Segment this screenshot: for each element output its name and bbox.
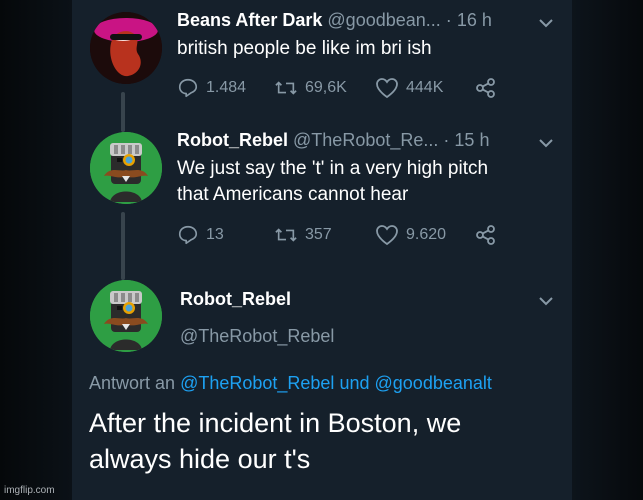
- separator-dot: ·: [443, 130, 450, 150]
- tweet-header: Beans After Dark @goodbean... · 16 h: [177, 10, 492, 31]
- separator-dot: ·: [445, 10, 452, 30]
- tweet-actions: 13 357 9.620: [177, 224, 507, 248]
- heart-icon: [376, 78, 398, 99]
- share-icon: [476, 78, 495, 98]
- imgflip-watermark: imgflip.com: [4, 485, 55, 496]
- display-name[interactable]: Robot_Rebel: [177, 130, 288, 150]
- reply-action[interactable]: 13: [177, 224, 224, 246]
- replying-to-link[interactable]: @goodbeanalt: [375, 373, 492, 393]
- main-tweet-text-line: After the incident in Boston, we: [89, 408, 462, 438]
- tweet-beans-after-dark[interactable]: Beans After Dark @goodbean... · 16 h bri…: [72, 0, 572, 112]
- like-count: 444K: [406, 79, 444, 96]
- share-icon: [476, 225, 495, 245]
- reply-icon: [178, 225, 198, 245]
- retweet-icon: [275, 81, 297, 95]
- retweet-action[interactable]: 357: [274, 224, 332, 246]
- left-background: [0, 0, 72, 500]
- user-handle[interactable]: @goodbean...: [327, 10, 440, 30]
- replying-to-and[interactable]: und: [339, 373, 369, 393]
- reply-action[interactable]: 1.484: [177, 77, 246, 99]
- tweet-text: We just say the 't' in a very high pitch…: [177, 156, 557, 208]
- heart-icon: [376, 225, 398, 246]
- tweet-robot-rebel-reply[interactable]: Robot_Rebel @TheRobot_Re... · 15 h We ju…: [72, 122, 572, 260]
- like-action[interactable]: 9.620: [375, 224, 446, 246]
- tweet-text: british people be like im bri ish: [177, 38, 432, 59]
- replying-to-label: Antwort an: [89, 373, 176, 393]
- robot-avatar-image: [90, 280, 162, 352]
- chevron-down-icon[interactable]: [538, 137, 554, 149]
- replying-to-link[interactable]: @TheRobot_Rebel: [180, 373, 334, 393]
- timestamp[interactable]: 15 h: [454, 130, 489, 150]
- bean-avatar-image: [90, 12, 162, 84]
- timestamp[interactable]: 16 h: [457, 10, 492, 30]
- right-background: [572, 0, 643, 500]
- reply-count: 13: [206, 226, 224, 243]
- retweet-count: 357: [305, 226, 332, 243]
- tweet-text-line: We just say the 't' in a very high pitch: [177, 158, 489, 179]
- retweet-icon: [275, 228, 297, 242]
- avatar-robot-rebel[interactable]: [90, 132, 162, 204]
- like-action[interactable]: 444K: [375, 77, 443, 99]
- tweet-text-line: that Americans cannot hear: [177, 184, 409, 205]
- replying-to-line: Antwort an @TheRobot_Rebel und @goodbean…: [89, 373, 492, 394]
- display-name[interactable]: Robot_Rebel: [180, 289, 291, 310]
- retweet-count: 69,6K: [305, 79, 347, 96]
- user-handle[interactable]: @TheRobot_Rebel: [180, 326, 334, 347]
- display-name[interactable]: Beans After Dark: [177, 10, 322, 30]
- share-action[interactable]: [475, 77, 497, 99]
- tweet-header: Robot_Rebel @TheRobot_Re... · 15 h: [177, 130, 489, 151]
- chevron-down-icon[interactable]: [538, 295, 554, 307]
- reply-icon: [178, 78, 198, 98]
- tweet-actions: 1.484 69,6K 444K: [177, 77, 507, 101]
- avatar-beans[interactable]: [90, 12, 162, 84]
- share-action[interactable]: [475, 224, 497, 246]
- chevron-down-icon[interactable]: [538, 17, 554, 29]
- retweet-action[interactable]: 69,6K: [274, 77, 347, 99]
- avatar-robot-rebel-main[interactable]: [90, 280, 162, 352]
- main-tweet-text-line: always hide our t's: [89, 444, 311, 474]
- like-count: 9.620: [406, 226, 447, 243]
- reply-count: 1.484: [206, 79, 247, 96]
- user-handle[interactable]: @TheRobot_Re...: [293, 130, 438, 150]
- robot-avatar-image: [90, 132, 162, 204]
- tweet-thread-panel: Beans After Dark @goodbean... · 16 h bri…: [72, 0, 572, 500]
- main-tweet-text: After the incident in Boston, we always …: [89, 405, 559, 477]
